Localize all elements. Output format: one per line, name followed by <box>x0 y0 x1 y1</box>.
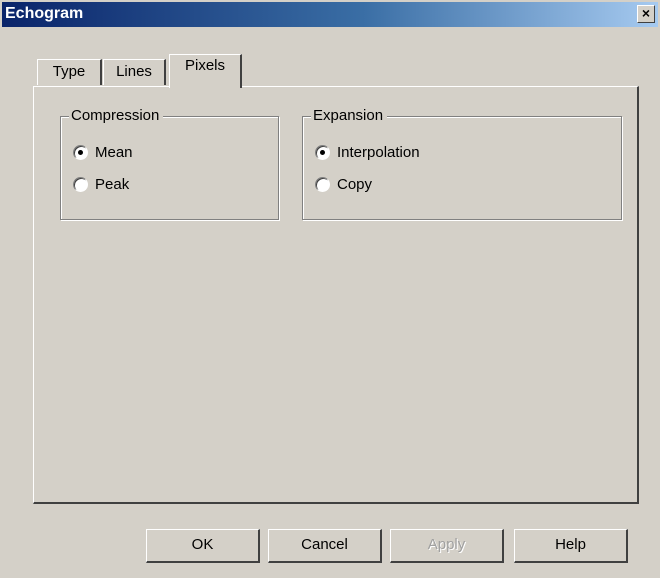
radio-copy[interactable]: Copy <box>315 173 372 195</box>
tab-pixels-label: Pixels <box>184 57 225 74</box>
tab-type[interactable]: Type <box>37 59 102 85</box>
expansion-group: Expansion Interpolation Copy <box>302 106 622 220</box>
radio-checked-icon[interactable] <box>73 144 88 160</box>
tab-lines-label: Lines <box>116 63 152 80</box>
apply-button-disabled: Apply <box>390 529 504 563</box>
close-button[interactable]: × <box>637 5 655 23</box>
ok-button[interactable]: OK <box>146 529 260 563</box>
compression-legend: Compression <box>69 106 164 126</box>
echogram-dialog: Echogram × Type Lines Pixels Compression… <box>0 0 660 578</box>
close-icon: × <box>641 5 651 21</box>
radio-checked-icon[interactable] <box>315 144 330 160</box>
radio-unchecked-icon[interactable] <box>73 176 88 192</box>
radio-peak-label: Peak <box>95 175 130 193</box>
window-title: Echogram <box>5 5 84 22</box>
tab-type-label: Type <box>52 63 86 80</box>
radio-mean-label: Mean <box>95 143 133 161</box>
tab-pixels[interactable]: Pixels <box>169 54 242 88</box>
title-bar[interactable]: Echogram × <box>2 2 658 27</box>
radio-interpolation[interactable]: Interpolation <box>315 141 420 163</box>
compression-group: Compression Mean Peak <box>60 106 279 220</box>
tab-lines[interactable]: Lines <box>103 59 166 85</box>
radio-mean[interactable]: Mean <box>73 141 133 163</box>
radio-copy-label: Copy <box>337 175 373 193</box>
expansion-legend: Expansion <box>311 106 388 126</box>
radio-unchecked-icon[interactable] <box>315 176 330 192</box>
radio-interpolation-label: Interpolation <box>337 143 420 161</box>
radio-peak[interactable]: Peak <box>73 173 129 195</box>
cancel-button[interactable]: Cancel <box>268 529 382 563</box>
help-button[interactable]: Help <box>514 529 628 563</box>
